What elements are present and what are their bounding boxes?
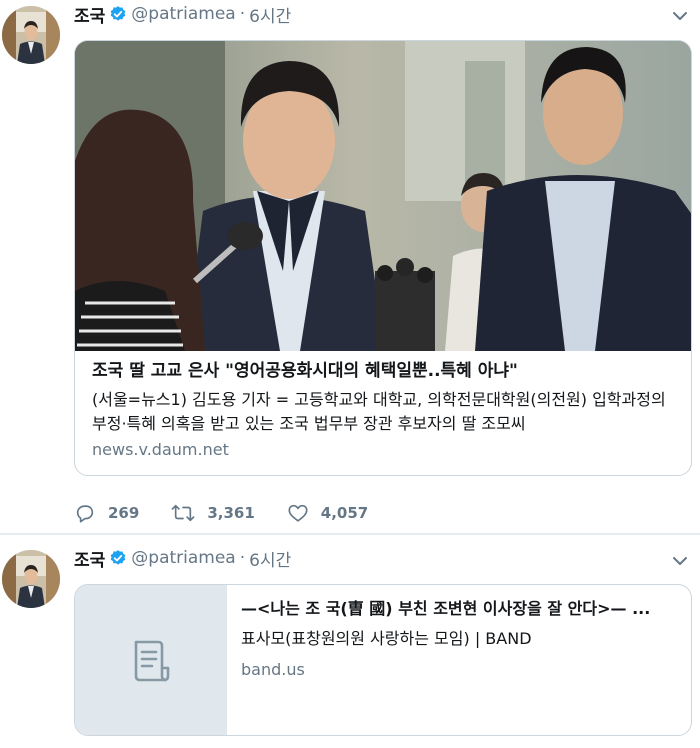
avatar[interactable] [2, 6, 60, 64]
reply-icon [76, 505, 94, 523]
separator-dot: · [239, 548, 246, 568]
tweet-timestamp[interactable]: 6시간 [249, 2, 291, 27]
document-icon [134, 640, 170, 682]
link-card[interactable]: —<나는 조 국(曺 國) 부친 조변현 이사장을 잘 안다>— ... 표사모… [74, 584, 692, 736]
retweet-count: 3,361 [207, 504, 255, 522]
author-handle[interactable]: @patriamea [131, 548, 235, 568]
card-url: news.v.daum.net [92, 440, 229, 459]
card-description: (서울=뉴스1) 김도용 기자 = 고등학교와 대학교, 의학전문대학원(의전원… [92, 390, 666, 433]
like-button[interactable]: 4,057 [287, 502, 368, 524]
chevron-down-icon[interactable] [670, 6, 690, 26]
card-title: —<나는 조 국(曺 國) 부친 조변현 이사장을 잘 안다>— ... [241, 599, 651, 618]
chevron-down-icon[interactable] [670, 551, 690, 571]
author-name[interactable]: 조국 [74, 2, 105, 27]
card-photo [75, 41, 691, 351]
tweet[interactable]: 조국 @patriamea · 6시간 조국 딸 고교 은사 "영어공용화시대의… [0, 0, 700, 535]
reply-count: 269 [108, 504, 140, 522]
link-card[interactable]: 조국 딸 고교 은사 "영어공용화시대의 혜택일뿐..특혜 아냐" (서울=뉴스… [74, 40, 692, 476]
verified-badge-icon [109, 5, 127, 23]
card-thumbnail [75, 585, 227, 735]
tweet-header: 조국 @patriamea · 6시간 [74, 546, 291, 571]
card-description: 표사모(표창원의원 사랑하는 모임) | BAND [241, 629, 532, 648]
verified-badge-icon [109, 549, 127, 567]
reply-button[interactable]: 269 [74, 502, 139, 524]
tweet-timestamp[interactable]: 6시간 [249, 546, 291, 571]
retweet-icon [171, 504, 195, 522]
card-title: 조국 딸 고교 은사 "영어공용화시대의 혜택일뿐..특혜 아냐" [92, 361, 518, 381]
tweet[interactable]: 조국 @patriamea · 6시간 —<나는 조 국(曺 國) 부친 조변현… [0, 535, 700, 748]
tweet-actions: 269 3,361 4,057 [74, 500, 400, 526]
card-url: band.us [241, 660, 305, 679]
author-handle[interactable]: @patriamea [131, 4, 235, 24]
tweet-header: 조국 @patriamea · 6시간 [74, 2, 291, 27]
avatar[interactable] [2, 550, 60, 608]
separator-dot: · [239, 4, 246, 24]
retweet-button[interactable]: 3,361 [171, 502, 255, 524]
like-icon [288, 504, 308, 522]
author-name[interactable]: 조국 [74, 546, 105, 571]
like-count: 4,057 [320, 504, 369, 522]
